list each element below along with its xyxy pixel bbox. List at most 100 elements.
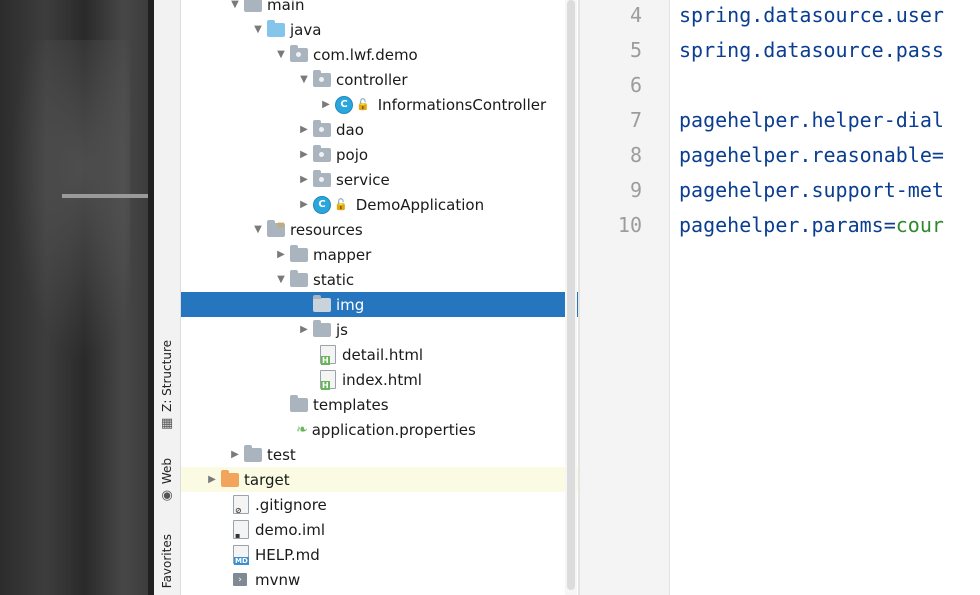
tool-tab-web[interactable]: Web ◉ (154, 458, 180, 503)
line-number: 6 (629, 73, 642, 97)
tree-item-label: DemoApplication (355, 195, 485, 214)
chevron-right-icon[interactable]: ▶ (297, 174, 311, 185)
folder-icon (244, 0, 262, 12)
chevron-down-icon[interactable]: ▼ (251, 24, 265, 35)
property-key: pagehelper.params (679, 213, 884, 237)
folder-icon (244, 444, 262, 462)
tree-item-service[interactable]: ▶ service (181, 167, 578, 192)
tree-item-mvnw[interactable]: › mvnw (181, 567, 578, 592)
chevron-right-icon[interactable]: ▶ (228, 449, 242, 460)
scrollbar-thumb[interactable] (567, 0, 575, 590)
tree-item-main[interactable]: ▼ main (181, 0, 578, 17)
tree-item-label: test (267, 445, 296, 464)
tree-item-label: img (336, 295, 365, 314)
code-line[interactable]: pagehelper.helper-dial (679, 108, 944, 132)
tool-tab-favorites[interactable]: Favorites (154, 534, 180, 588)
tree-item-templates[interactable]: templates (181, 392, 578, 417)
tree-item-label: resources (290, 220, 363, 239)
tree-item-label: target (244, 470, 290, 489)
code-line[interactable]: pagehelper.reasonable= (679, 143, 944, 167)
tree-item-label: js (336, 320, 348, 339)
package-icon (313, 169, 331, 187)
property-key: spring.datasource.pass (679, 38, 944, 62)
property-key: pagehelper.reasonable (679, 143, 932, 167)
tree-item-static[interactable]: ▼ static (181, 267, 578, 292)
tree-item-detail-html[interactable]: H detail.html (181, 342, 578, 367)
tree-item-demo-application[interactable]: ▶ C 🔓 DemoApplication (181, 192, 578, 217)
module-file-icon: ▪ (233, 520, 249, 540)
tool-tab-structure[interactable]: Z: Structure ▦ (154, 340, 180, 431)
code-line[interactable]: spring.datasource.user (679, 3, 944, 27)
chevron-down-icon[interactable]: ▼ (274, 49, 288, 60)
tool-tab-label: Web (160, 458, 174, 485)
html-file-icon: H (320, 345, 336, 365)
tree-item-informations-controller[interactable]: ▶ C 🔓 InformationsController (181, 92, 578, 117)
tree-item-controller[interactable]: ▼ controller (181, 67, 578, 92)
tree-item-label: index.html (342, 370, 422, 389)
chevron-right-icon[interactable]: ▶ (297, 199, 311, 210)
folder-icon (290, 244, 308, 262)
chevron-down-icon[interactable]: ▼ (251, 224, 265, 235)
tree-item-com-lwf-demo[interactable]: ▼ com.lwf.demo (181, 42, 578, 67)
property-value: cour (895, 213, 944, 237)
tool-tab-label: Z: Structure (160, 340, 174, 412)
tree-item-label: InformationsController (377, 95, 547, 114)
tree-item-label: demo.iml (255, 520, 325, 539)
chevron-right-icon[interactable]: ▶ (297, 124, 311, 135)
code-line[interactable]: spring.datasource.pass (679, 38, 944, 62)
tree-item-label: mvnw (255, 570, 301, 589)
folder-icon (290, 269, 308, 287)
equals-sign: = (931, 143, 944, 167)
lock-icon: 🔓 (334, 198, 348, 211)
tree-item-gitignore[interactable]: ⊘ .gitignore (181, 492, 578, 517)
chevron-right-icon[interactable]: ▶ (297, 149, 311, 160)
structure-icon: ▦ (160, 415, 174, 431)
line-number: 5 (629, 38, 642, 62)
lock-icon: 🔓 (356, 98, 370, 111)
tree-item-java[interactable]: ▼ java (181, 17, 578, 42)
package-icon (313, 69, 331, 87)
tree-item-label: java (290, 20, 322, 39)
tree-item-label: main (267, 0, 305, 14)
tree-item-demo-iml[interactable]: ▪ demo.iml (181, 517, 578, 542)
tree-item-resources[interactable]: ▼ resources (181, 217, 578, 242)
chevron-right-icon[interactable]: ▶ (297, 324, 311, 335)
package-icon (313, 144, 331, 162)
code-line[interactable]: pagehelper.support-met (679, 178, 944, 202)
chevron-down-icon[interactable]: ▼ (297, 74, 311, 85)
tree-item-target[interactable]: ▶ target (181, 467, 578, 492)
tree-item-test[interactable]: ▶ test (181, 442, 578, 467)
tree-item-dao[interactable]: ▶ dao (181, 117, 578, 142)
chevron-down-icon[interactable]: ▼ (228, 0, 242, 10)
tree-item-help-md[interactable]: MD HELP.md (181, 542, 578, 567)
tree-item-pojo[interactable]: ▶ pojo (181, 142, 578, 167)
chevron-right-icon[interactable]: ▶ (319, 99, 333, 110)
tree-item-label: com.lwf.demo (313, 45, 418, 64)
tree-item-label: service (336, 170, 390, 189)
line-number: 7 (629, 108, 642, 132)
line-number-gutter: 4 5 6 7 8 9 10 (580, 0, 670, 595)
code-line[interactable]: pagehelper.params=cour (679, 213, 944, 237)
tree-item-label: pojo (336, 145, 369, 164)
tree-item-label: mapper (313, 245, 372, 264)
tool-tab-label: Favorites (160, 534, 174, 589)
chevron-right-icon[interactable]: ▶ (274, 249, 288, 260)
spring-leaf-icon: ❧ (296, 421, 308, 438)
tree-item-mapper[interactable]: ▶ mapper (181, 242, 578, 267)
ignore-file-icon: ⊘ (233, 495, 249, 515)
tree-item-application-properties[interactable]: ❧ application.properties (181, 417, 578, 442)
project-tree[interactable]: ▼ main ▼ java ▼ com.lwf.demo ▼ controlle… (181, 0, 578, 595)
tree-item-index-html[interactable]: H index.html (181, 367, 578, 392)
chevron-right-icon[interactable]: ▶ (205, 474, 219, 485)
tree-scrollbar[interactable] (565, 0, 577, 595)
chevron-down-icon[interactable]: ▼ (274, 274, 288, 285)
code-editor[interactable]: spring.datasource.user spring.datasource… (670, 0, 980, 595)
excluded-folder-icon (221, 469, 239, 487)
tree-item-img[interactable]: img (181, 292, 578, 317)
source-folder-icon (267, 19, 285, 37)
class-icon: C (335, 95, 353, 114)
tree-item-js[interactable]: ▶ js (181, 317, 578, 342)
line-number: 8 (629, 143, 642, 167)
tree-item-label: application.properties (311, 420, 476, 439)
tree-item-label: dao (336, 120, 364, 139)
